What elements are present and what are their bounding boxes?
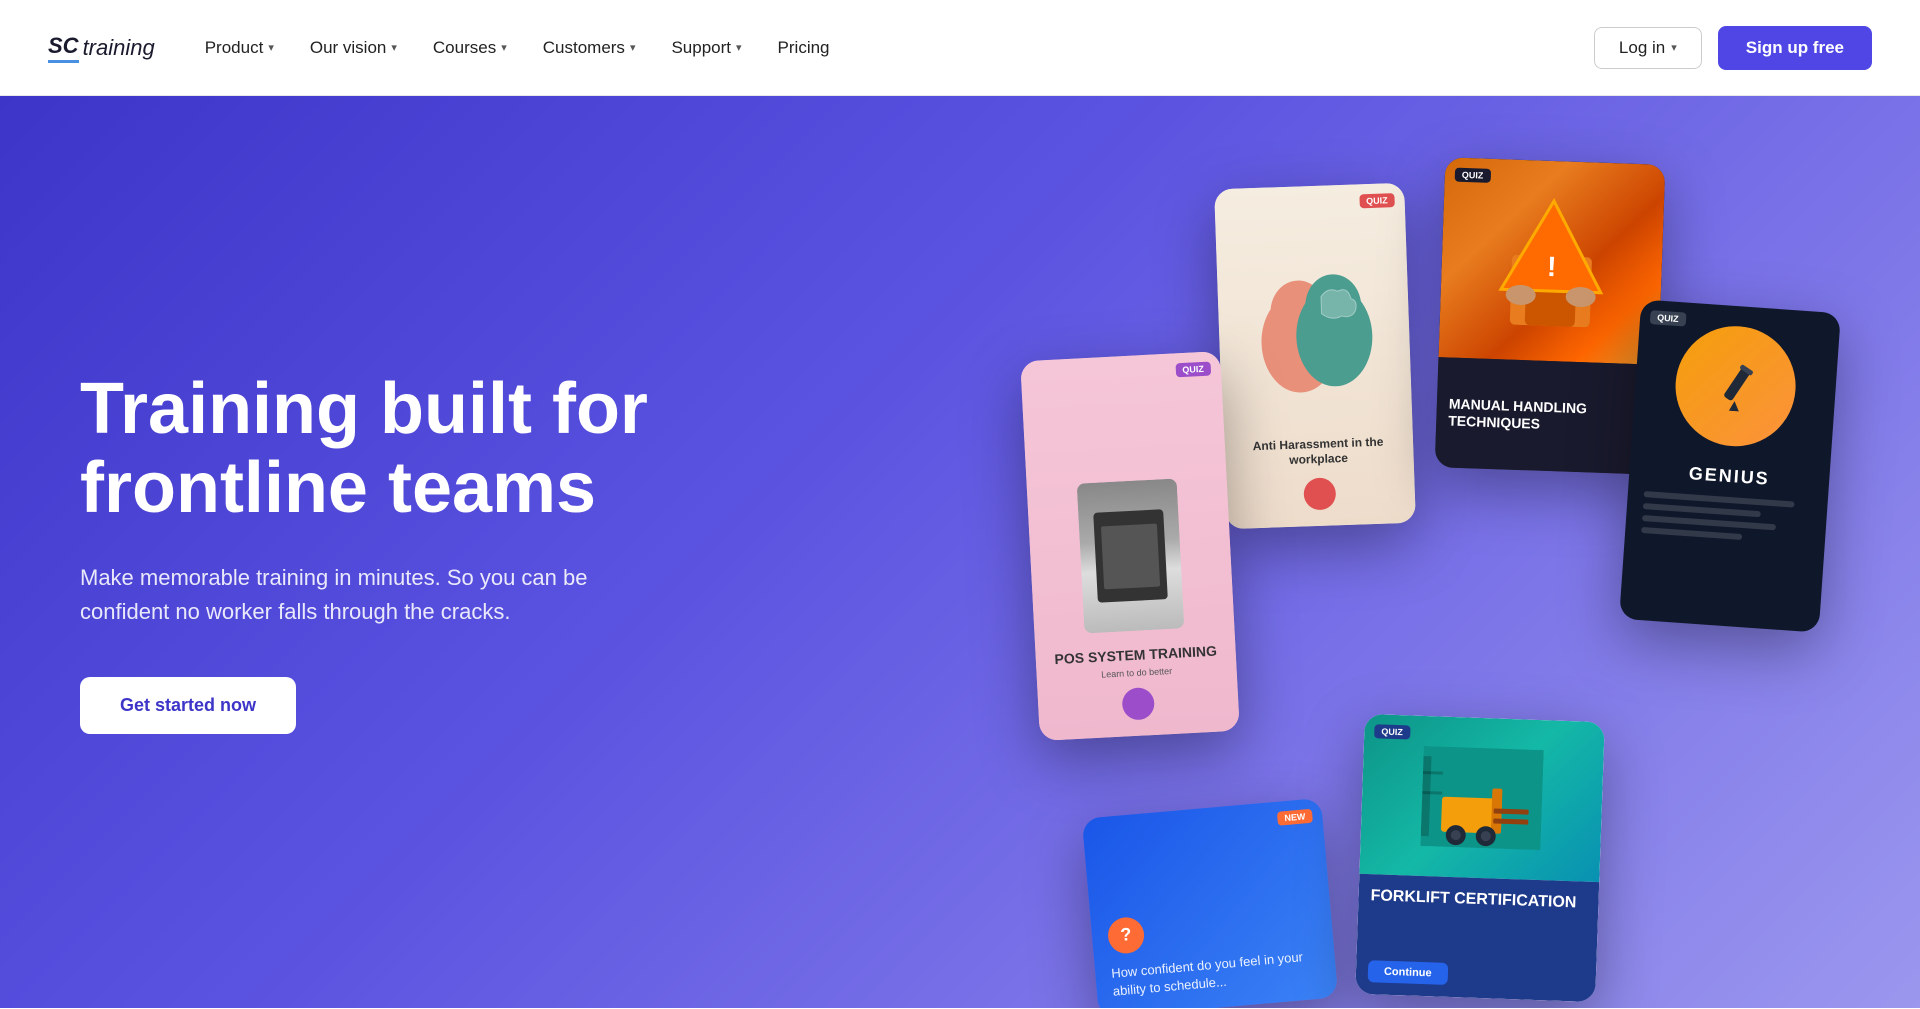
card6-icon xyxy=(1672,322,1800,450)
nav-product-label: Product xyxy=(205,38,264,58)
login-button[interactable]: Log in ▾ xyxy=(1594,27,1702,69)
card-genius: QUIZ GENIUS xyxy=(1619,299,1841,632)
nav-item-courses[interactable]: Courses ▾ xyxy=(415,30,525,66)
logo-training: training xyxy=(83,35,155,61)
chevron-down-icon: ▾ xyxy=(268,41,274,54)
login-label: Log in xyxy=(1619,38,1665,58)
nav-item-ourvision[interactable]: Our vision ▾ xyxy=(292,30,415,66)
card5-title: FORKLIFT CERTIFICATION xyxy=(1370,886,1587,913)
chevron-down-icon: ▾ xyxy=(630,41,636,54)
svg-text:!: ! xyxy=(1547,251,1557,282)
card-pos-system: QUIZ POS SYSTEM TRAINING Learn to do bet… xyxy=(1020,351,1240,741)
card1-action-btn xyxy=(1303,477,1336,510)
card-manual-handling: QUIZ ! Manual Handling Techniques xyxy=(1435,157,1666,474)
nav-item-support[interactable]: Support ▾ xyxy=(653,30,759,66)
hero-section: Training built for frontline teams Make … xyxy=(0,96,1920,1008)
nav-links: Product ▾ Our vision ▾ Courses ▾ Custome… xyxy=(187,30,1594,66)
card3-tag: QUIZ xyxy=(1455,168,1491,183)
signup-label: Sign up free xyxy=(1746,38,1844,57)
card-questionnaire: NEW ? How confident do you feel in your … xyxy=(1082,798,1339,1008)
card6-title: GENIUS xyxy=(1629,459,1830,494)
chevron-down-icon: ▾ xyxy=(1671,41,1677,54)
card6-content-lines xyxy=(1624,480,1828,562)
card3-photo: ! xyxy=(1438,157,1665,365)
card2-device-image xyxy=(1077,479,1185,634)
chevron-down-icon: ▾ xyxy=(391,41,397,54)
card2-title: POS SYSTEM TRAINING xyxy=(1054,643,1217,668)
cta-label: Get started now xyxy=(120,695,256,715)
card1-tag: QUIZ xyxy=(1359,193,1395,208)
cta-button[interactable]: Get started now xyxy=(80,677,296,734)
nav-item-customers[interactable]: Customers ▾ xyxy=(525,30,654,66)
card1-image xyxy=(1236,244,1392,429)
logo-sc: SC xyxy=(48,33,79,63)
nav-actions: Log in ▾ Sign up free xyxy=(1594,26,1872,70)
nav-courses-label: Courses xyxy=(433,38,496,58)
signup-button[interactable]: Sign up free xyxy=(1718,26,1872,70)
nav-customers-label: Customers xyxy=(543,38,625,58)
hero-content: Training built for frontline teams Make … xyxy=(0,370,680,734)
chevron-down-icon: ▾ xyxy=(736,41,742,54)
card1-title: Anti Harassment in the workplace xyxy=(1239,434,1398,471)
nav-support-label: Support xyxy=(671,38,731,58)
card2-tag: QUIZ xyxy=(1175,362,1211,378)
navbar: SC training Product ▾ Our vision ▾ Cours… xyxy=(0,0,1920,96)
card5-tag: QUIZ xyxy=(1374,724,1410,739)
card4-text: How confident do you feel in your abilit… xyxy=(1111,946,1321,1000)
nav-item-product[interactable]: Product ▾ xyxy=(187,30,292,66)
card4-tag: NEW xyxy=(1277,809,1313,826)
card5-bottom: FORKLIFT CERTIFICATION Continue xyxy=(1355,874,1599,1002)
card5-continue-btn: Continue xyxy=(1368,960,1448,985)
card5-photo xyxy=(1359,714,1604,882)
card2-subtitle: Learn to do better xyxy=(1101,666,1172,680)
card-forklift: QUIZ xyxy=(1355,714,1605,1002)
card3-title: Manual Handling Techniques xyxy=(1448,396,1645,436)
nav-ourvision-label: Our vision xyxy=(310,38,387,58)
card3-bottom: Manual Handling Techniques xyxy=(1435,357,1659,475)
card6-tag: QUIZ xyxy=(1650,310,1686,326)
nav-pricing-label: Pricing xyxy=(778,38,830,58)
hero-cards: QUIZ Anti Harassment in the wo xyxy=(1020,96,1920,1008)
logo[interactable]: SC training xyxy=(48,33,155,63)
nav-item-pricing[interactable]: Pricing xyxy=(760,30,848,66)
card-anti-harassment: QUIZ Anti Harassment in the wo xyxy=(1214,183,1416,529)
hero-subtitle: Make memorable training in minutes. So y… xyxy=(80,561,600,629)
hero-title: Training built for frontline teams xyxy=(80,370,680,528)
chevron-down-icon: ▾ xyxy=(501,41,507,54)
